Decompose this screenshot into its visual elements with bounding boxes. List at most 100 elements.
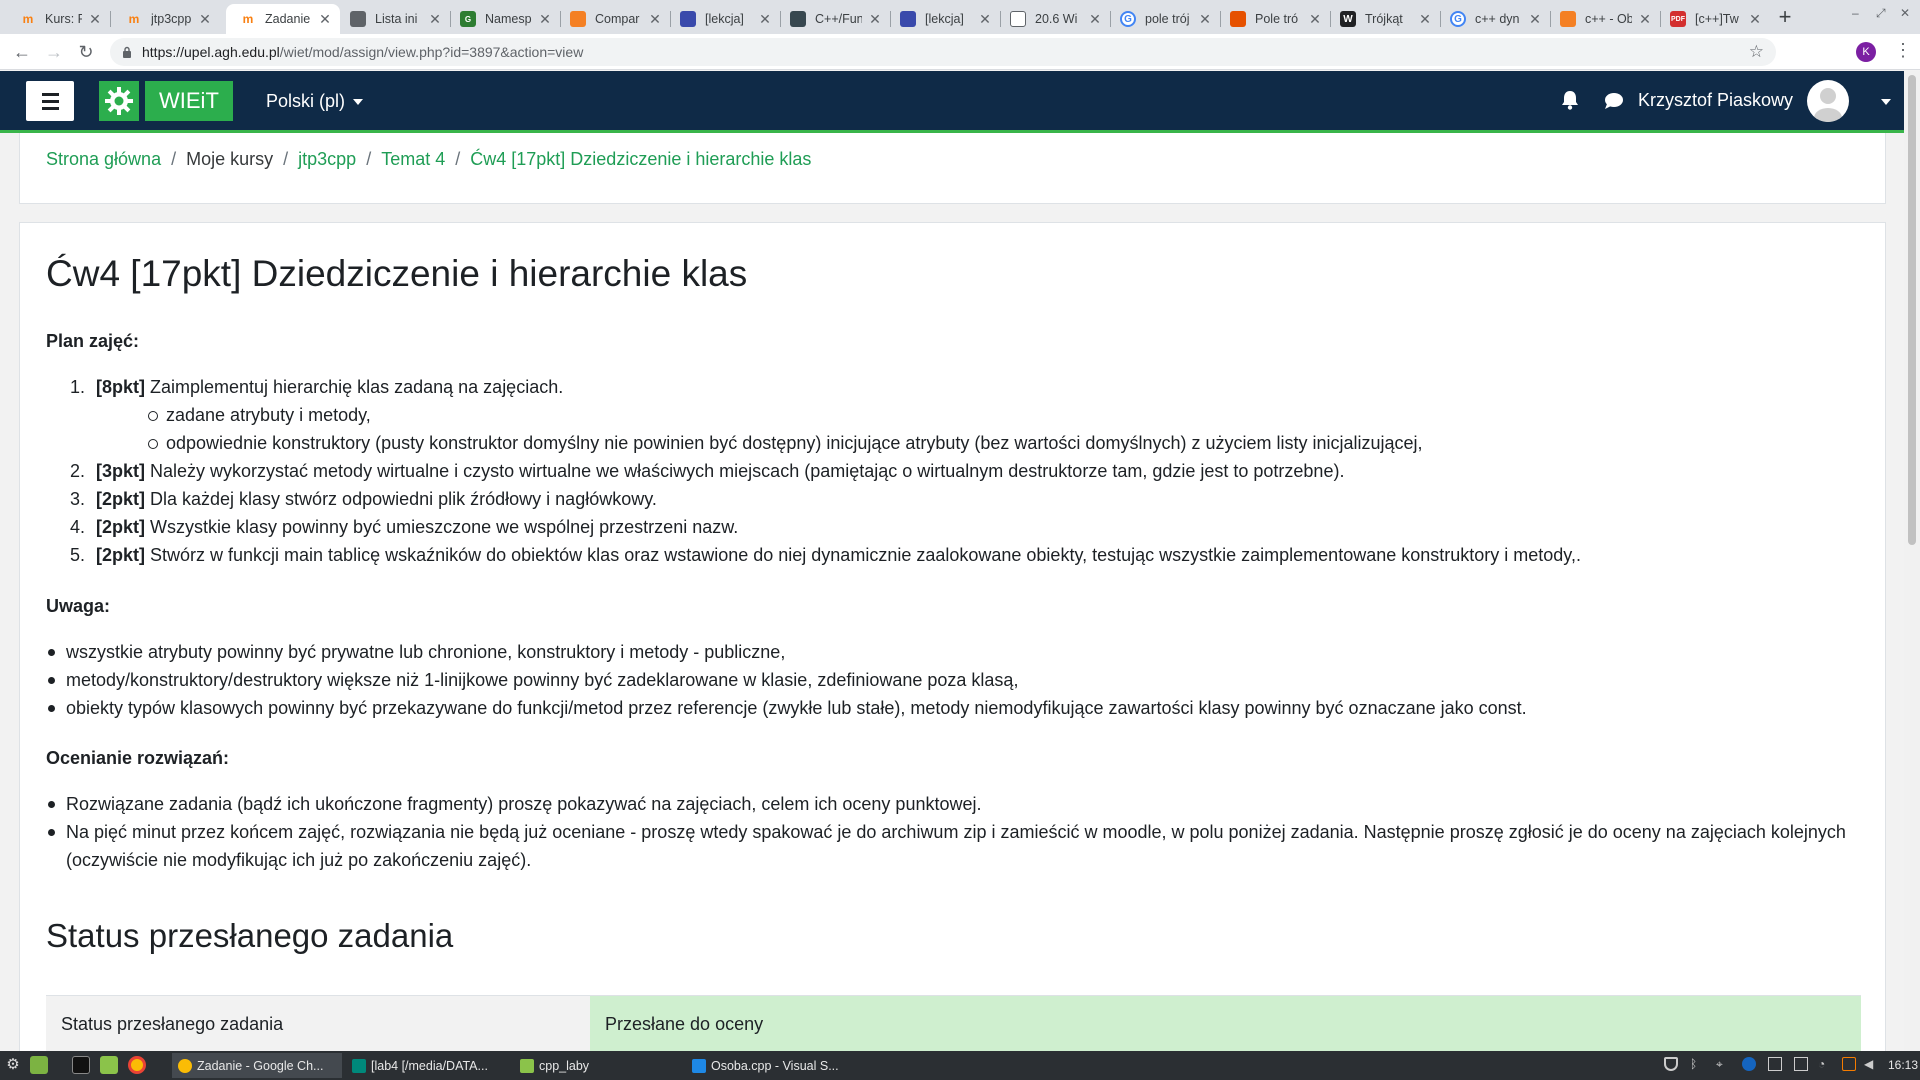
- settings-icon[interactable]: ⚙: [4, 1056, 22, 1074]
- breadcrumb-home[interactable]: Strona główna: [46, 149, 161, 169]
- close-tab-icon[interactable]: ✕: [88, 11, 102, 28]
- google-icon: G: [1120, 11, 1136, 27]
- breadcrumb-separator: /: [283, 149, 289, 169]
- user-menu-caret-icon[interactable]: [1881, 99, 1891, 105]
- close-tab-icon[interactable]: ✕: [318, 11, 332, 28]
- close-tab-icon[interactable]: ✕: [428, 11, 442, 28]
- volume-icon[interactable]: ◀: [1864, 1057, 1878, 1071]
- reload-icon[interactable]: ↻: [74, 40, 98, 64]
- new-tab-button[interactable]: +: [1770, 4, 1800, 32]
- chrome-icon[interactable]: [128, 1056, 146, 1074]
- breadcrumb-assignment[interactable]: Ćw4 [17pkt] Dziedziczenie i hierarchie k…: [470, 149, 811, 169]
- minimize-icon[interactable]: –: [1852, 6, 1859, 20]
- taskbar-item-label: [lab4 [/media/DATA...: [371, 1058, 488, 1073]
- breadcrumb-topic[interactable]: Temat 4: [381, 149, 445, 169]
- os-taskbar: ⚙ Zadanie - Google Ch... [lab4 [/media/D…: [0, 1051, 1920, 1080]
- close-tab-icon[interactable]: ✕: [758, 11, 772, 28]
- bookmark-star-icon[interactable]: ☆: [1749, 42, 1764, 62]
- note-item: metody/konstruktory/destruktory większe …: [46, 666, 1861, 694]
- breadcrumb-separator: /: [455, 149, 461, 169]
- location-icon[interactable]: ⌖: [1716, 1057, 1730, 1071]
- browser-tab[interactable]: m Kurs: Pr ✕: [0, 4, 110, 34]
- folder-icon: [520, 1058, 534, 1073]
- terminal-icon[interactable]: [72, 1056, 90, 1074]
- intel-icon[interactable]: [1742, 1057, 1756, 1071]
- clipboard-icon[interactable]: [1794, 1057, 1808, 1071]
- google-icon: G: [1450, 11, 1466, 27]
- plan-number: 5.: [70, 545, 86, 565]
- desktop-icon[interactable]: [30, 1056, 48, 1074]
- scrollbar-thumb[interactable]: [1908, 75, 1916, 545]
- browser-tab[interactable]: c++ - Ob ✕: [1550, 4, 1660, 34]
- browser-tab[interactable]: G c++ dyn ✕: [1440, 4, 1550, 34]
- breadcrumb-course[interactable]: jtp3cpp: [298, 149, 356, 169]
- back-arrow-icon[interactable]: ←: [10, 40, 34, 64]
- grading-heading: Ocenianie rozwiązań:: [46, 748, 230, 768]
- taskbar-item[interactable]: [lab4 [/media/DATA...: [346, 1053, 506, 1078]
- vscode-icon: [692, 1058, 706, 1073]
- taskbar-item[interactable]: Osoba.cpp - Visual S...: [686, 1053, 856, 1078]
- plan-item: 2. [3pkt] Należy wykorzystać metody wirtu…: [46, 457, 1861, 485]
- close-tab-icon[interactable]: ✕: [978, 11, 992, 28]
- chrome-icon: [178, 1058, 192, 1073]
- profile-avatar[interactable]: K: [1856, 42, 1876, 62]
- browser-menu-icon[interactable]: ⋮: [1894, 40, 1912, 61]
- close-tab-icon[interactable]: ✕: [1198, 11, 1212, 28]
- close-tab-icon[interactable]: ✕: [868, 11, 882, 28]
- drawer-toggle-button[interactable]: [26, 81, 74, 121]
- restore-icon[interactable]: ⤢: [1876, 6, 1886, 21]
- close-window-icon[interactable]: ✕: [1900, 6, 1910, 20]
- close-tab-icon[interactable]: ✕: [1748, 11, 1762, 28]
- close-tab-icon[interactable]: ✕: [1418, 11, 1432, 28]
- browser-tab[interactable]: [lekcja] ✕: [890, 4, 1000, 34]
- folder-icon[interactable]: [100, 1056, 118, 1074]
- plan-points: [3pkt]: [96, 461, 145, 481]
- browser-tab[interactable]: G Namesp ✕: [450, 4, 560, 34]
- plan-text: Wszystkie klasy powinny być umieszczone …: [145, 517, 739, 537]
- taskbar-item[interactable]: cpp_laby: [514, 1053, 674, 1078]
- close-tab-icon[interactable]: ✕: [1088, 11, 1102, 28]
- browser-tab-active[interactable]: m Zadanie ✕: [226, 4, 340, 34]
- browser-tab[interactable]: Compar ✕: [560, 4, 670, 34]
- close-tab-icon[interactable]: ✕: [538, 11, 552, 28]
- user-silhouette-icon: [1814, 88, 1842, 122]
- battery-icon[interactable]: [1842, 1057, 1856, 1071]
- grading-item: Na pięć minut przez końcem zajęć, rozwią…: [46, 818, 1861, 874]
- language-label: Polski (pl): [266, 91, 346, 111]
- bell-icon[interactable]: [1561, 90, 1579, 110]
- bluetooth-icon[interactable]: ᛒ: [1690, 1057, 1704, 1071]
- clock[interactable]: 16:13: [1888, 1058, 1918, 1072]
- shield-icon[interactable]: [1664, 1057, 1678, 1071]
- browser-tab[interactable]: 20.6 Wi ✕: [1000, 4, 1110, 34]
- user-name[interactable]: Krzysztof Piaskowy: [1638, 90, 1793, 111]
- taskbar-item-label: Zadanie - Google Ch...: [197, 1058, 324, 1073]
- message-icon[interactable]: [1604, 92, 1624, 110]
- close-tab-icon[interactable]: ✕: [1638, 11, 1652, 28]
- close-tab-icon[interactable]: ✕: [198, 11, 212, 28]
- forward-arrow-icon[interactable]: →: [42, 40, 66, 64]
- language-menu[interactable]: Polski (pl): [266, 91, 364, 112]
- close-tab-icon[interactable]: ✕: [1528, 11, 1542, 28]
- close-tab-icon[interactable]: ✕: [1308, 11, 1322, 28]
- keyboard-icon[interactable]: [1768, 1057, 1782, 1071]
- browser-tab[interactable]: W Trójkąt ✕: [1330, 4, 1440, 34]
- taskbar-item[interactable]: Zadanie - Google Ch...: [172, 1053, 342, 1078]
- plan-points: [2pkt]: [96, 545, 145, 565]
- browser-tab[interactable]: Lista ini ✕: [340, 4, 450, 34]
- user-avatar[interactable]: [1807, 80, 1849, 122]
- browser-tab[interactable]: PDF [c++]Tw ✕: [1660, 4, 1770, 34]
- site-icon: [900, 11, 916, 27]
- taskbar-item-label: cpp_laby: [539, 1058, 590, 1073]
- browser-tab[interactable]: G pole trój ✕: [1110, 4, 1220, 34]
- site-logo[interactable]: WIEiT: [99, 81, 233, 121]
- page-scrollbar[interactable]: [1904, 71, 1920, 1051]
- wifi-icon[interactable]: ◔: [1818, 1057, 1832, 1071]
- browser-tab[interactable]: C++/Fun ✕: [780, 4, 890, 34]
- browser-tab[interactable]: m jtp3cpp ✕: [110, 4, 220, 34]
- url-host: https://upel.agh.edu.pl: [142, 44, 280, 60]
- close-tab-icon[interactable]: ✕: [648, 11, 662, 28]
- url-text: https://upel.agh.edu.pl/wiet/mod/assign/…: [142, 44, 583, 60]
- browser-tab[interactable]: Pole tró ✕: [1220, 4, 1330, 34]
- address-bar[interactable]: https://upel.agh.edu.pl/wiet/mod/assign/…: [110, 38, 1776, 66]
- browser-tab[interactable]: [lekcja] ✕: [670, 4, 780, 34]
